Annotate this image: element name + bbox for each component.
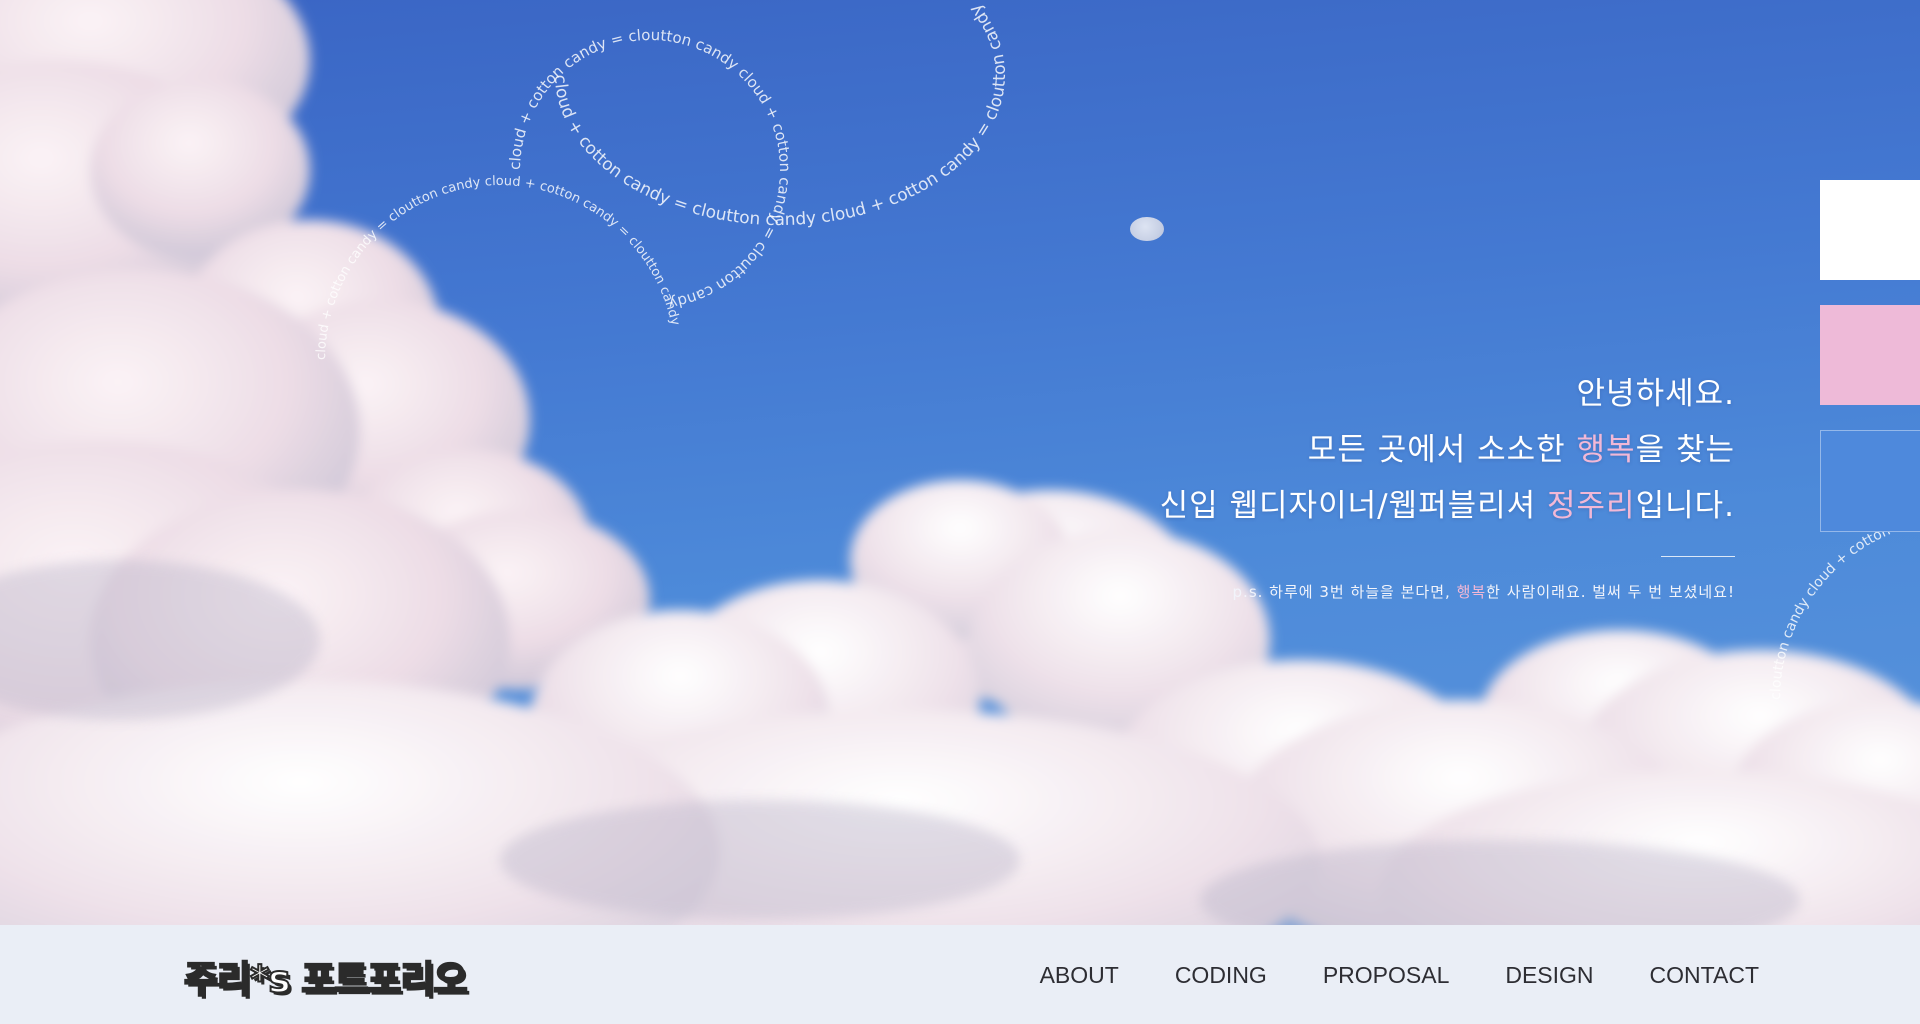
ps-suffix: 한 사람이래요. 벌써 두 번 보셨네요!	[1486, 583, 1735, 601]
nav-bar: 주리*s 포트포리오 ABOUT CODING PROPOSAL DESIGN …	[0, 925, 1920, 1024]
theme-tab-blue[interactable]	[1820, 430, 1920, 532]
nav-link-about[interactable]: ABOUT	[1040, 962, 1119, 989]
intro-divider	[1661, 556, 1735, 557]
hero-section: cloud + cotton candy = cloutton candy cl…	[0, 0, 1920, 925]
nav-link-design[interactable]: DESIGN	[1505, 962, 1593, 989]
ps-highlight: 행복	[1456, 583, 1487, 601]
intro-greeting: 안녕하세요.	[1160, 366, 1735, 422]
intro-line-2: 모든 곳에서 소소한 행복을 찾는	[1160, 422, 1735, 478]
moon-icon	[1130, 217, 1164, 241]
nav-links: ABOUT CODING PROPOSAL DESIGN CONTACT	[984, 962, 1759, 989]
theme-tab-pink[interactable]	[1820, 305, 1920, 405]
intro-highlight-name: 정주리	[1547, 488, 1636, 524]
intro-line-3-suffix: 입니다.	[1635, 488, 1735, 524]
intro-line-2-suffix: 을 찾는	[1635, 432, 1735, 468]
site-logo[interactable]: 주리*s 포트포리오	[183, 949, 469, 1003]
intro-ps: p.s. 하루에 3번 하늘을 본다면, 행복한 사람이래요. 벌써 두 번 보…	[1160, 581, 1735, 602]
intro-line-3: 신입 웹디자이너/웹퍼블리셔 정주리입니다.	[1160, 478, 1735, 534]
nav-link-proposal[interactable]: PROPOSAL	[1323, 962, 1450, 989]
intro-line-1: 안녕하세요.	[1576, 376, 1735, 412]
ps-text: p.s. 하루에 3번 하늘을 본다면,	[1232, 583, 1457, 601]
theme-tab-white[interactable]	[1820, 180, 1920, 280]
nav-link-coding[interactable]: CODING	[1175, 962, 1267, 989]
intro-line-3-text: 신입 웹디자이너/웹퍼블리셔	[1159, 488, 1548, 524]
intro-block: 안녕하세요. 모든 곳에서 소소한 행복을 찾는 신입 웹디자이너/웹퍼블리셔 …	[1160, 366, 1735, 602]
intro-line-2-text: 모든 곳에서 소소한	[1307, 432, 1577, 468]
nav-link-contact[interactable]: CONTACT	[1650, 962, 1759, 989]
intro-highlight-happiness: 행복	[1576, 432, 1636, 468]
